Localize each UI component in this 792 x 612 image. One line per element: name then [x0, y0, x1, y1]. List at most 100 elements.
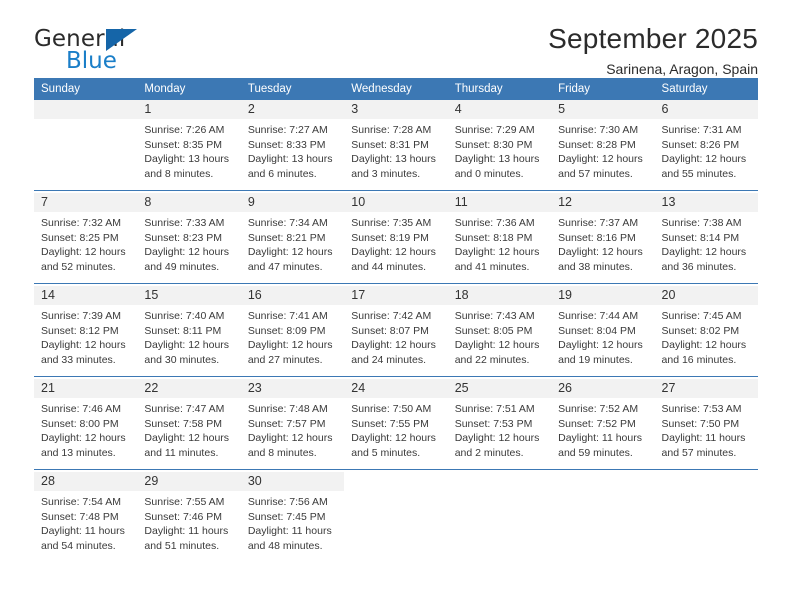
day-details: Sunrise: 7:36 AM Sunset: 8:18 PM Daylight:… — [448, 212, 551, 274]
day-details: Sunrise: 7:32 AM Sunset: 8:25 PM Daylight:… — [34, 212, 137, 274]
day-cell-inner: 16 Sunrise: 7:41 AM Sunset: 8:09 PM Dayligh… — [240, 286, 345, 376]
day-cell[interactable]: 24 Sunrise: 7:50 AM Sunset: 7:55 PM Dayligh… — [344, 379, 448, 470]
day-cell[interactable]: 22 Sunrise: 7:47 AM Sunset: 7:58 PM Dayligh… — [137, 379, 241, 470]
sunrise-text: Sunrise: 7:41 AM — [247, 310, 328, 322]
day-cell[interactable]: 16 Sunrise: 7:41 AM Sunset: 8:09 PM Dayligh… — [240, 286, 345, 377]
day-cell[interactable]: 26 Sunrise: 7:52 AM Sunset: 7:52 PM Dayligh… — [551, 379, 655, 470]
day-details: Sunrise: 7:45 AM Sunset: 8:02 PM Daylight:… — [655, 305, 758, 367]
day-cell-inner: 7 Sunrise: 7:32 AM Sunset: 8:25 PM Daylight… — [34, 193, 138, 283]
day-cell-inner: 14 Sunrise: 7:39 AM Sunset: 8:12 PM Dayligh… — [34, 286, 138, 376]
weekday-header-wednesday: Wednesday — [344, 78, 448, 100]
day-cell[interactable]: 2 Sunrise: 7:27 AM Sunset: 8:33 PM Daylight… — [240, 100, 345, 191]
day-number: 17 — [344, 286, 448, 305]
day-cell[interactable]: 28 Sunrise: 7:54 AM Sunset: 7:48 PM Dayligh… — [34, 472, 138, 567]
day-cell[interactable]: 23 Sunrise: 7:48 AM Sunset: 7:57 PM Dayligh… — [240, 379, 345, 470]
day-cell-inner: 12 Sunrise: 7:37 AM Sunset: 8:16 PM Dayligh… — [551, 193, 655, 283]
day-cell[interactable]: 21 Sunrise: 7:46 AM Sunset: 8:00 PM Dayligh… — [34, 379, 138, 470]
daylight-text-line1: Daylight: 11 hours — [558, 432, 642, 445]
day-cell-inner: 28 Sunrise: 7:54 AM Sunset: 7:48 PM Dayligh… — [34, 472, 138, 567]
sunset-text: Sunset: 8:35 PM — [144, 138, 223, 151]
sunrise-text: Sunrise: 7:51 AM — [454, 403, 535, 415]
daylight-text-line2: and 44 minutes. — [351, 260, 426, 273]
day-details: Sunrise: 7:56 AM Sunset: 7:45 PM Daylight:… — [241, 491, 344, 553]
day-cell-inner — [655, 472, 758, 567]
day-cell[interactable]: 14 Sunrise: 7:39 AM Sunset: 8:12 PM Dayligh… — [34, 286, 138, 377]
day-cell[interactable]: 29 Sunrise: 7:55 AM Sunset: 7:46 PM Dayligh… — [137, 472, 241, 567]
day-number: 28 — [34, 472, 138, 491]
day-cell[interactable]: 12 Sunrise: 7:37 AM Sunset: 8:16 PM Dayligh… — [551, 193, 655, 284]
daylight-text-line2: and 5 minutes. — [351, 446, 421, 459]
day-cell[interactable]: 10 Sunrise: 7:35 AM Sunset: 8:19 PM Dayligh… — [344, 193, 448, 284]
sunset-text: Sunset: 8:19 PM — [351, 231, 429, 244]
daylight-text-line1: Daylight: 12 hours — [661, 339, 747, 352]
day-cell[interactable]: 15 Sunrise: 7:40 AM Sunset: 8:11 PM Dayligh… — [137, 286, 241, 377]
day-cell[interactable] — [344, 472, 447, 567]
day-cell[interactable]: 25 Sunrise: 7:51 AM Sunset: 7:53 PM Dayligh… — [447, 379, 552, 470]
daylight-text-line1: Daylight: 11 hours — [661, 432, 746, 445]
day-cell[interactable]: 30 Sunrise: 7:56 AM Sunset: 7:45 PM Dayligh… — [240, 472, 345, 567]
day-cell[interactable]: 27 Sunrise: 7:53 AM Sunset: 7:50 PM Dayligh… — [654, 379, 758, 470]
day-cell[interactable]: 13 Sunrise: 7:38 AM Sunset: 8:14 PM Dayligh… — [654, 193, 758, 284]
day-cell[interactable]: 3 Sunrise: 7:28 AM Sunset: 8:31 PM Daylight… — [344, 100, 448, 191]
day-number — [655, 472, 758, 491]
sunrise-text: Sunrise: 7:45 AM — [661, 310, 742, 322]
day-details: Sunrise: 7:41 AM Sunset: 8:09 PM Daylight:… — [241, 305, 344, 367]
day-number: 26 — [551, 379, 655, 398]
day-cell[interactable] — [448, 472, 551, 567]
day-cell[interactable]: 11 Sunrise: 7:36 AM Sunset: 8:18 PM Dayligh… — [447, 193, 552, 284]
day-details: Sunrise: 7:43 AM Sunset: 8:05 PM Daylight:… — [448, 305, 551, 367]
daylight-text-line1: Daylight: 12 hours — [41, 432, 126, 445]
day-cell[interactable]: 4 Sunrise: 7:29 AM Sunset: 8:30 PM Daylight… — [447, 100, 552, 191]
day-details: Sunrise: 7:34 AM Sunset: 8:21 PM Daylight:… — [241, 212, 344, 274]
daylight-text-line1: Daylight: 13 hours — [351, 153, 436, 166]
day-cell[interactable]: 17 Sunrise: 7:42 AM Sunset: 8:07 PM Dayligh… — [344, 286, 448, 377]
day-number: 27 — [654, 379, 758, 398]
day-number: 12 — [551, 193, 655, 212]
sunset-text: Sunset: 8:16 PM — [558, 231, 636, 244]
day-number: 3 — [344, 100, 448, 119]
day-cell[interactable]: 5 Sunrise: 7:30 AM Sunset: 8:28 PM Daylight… — [551, 100, 655, 191]
day-cell-inner — [551, 472, 654, 567]
day-cell[interactable]: 20 Sunrise: 7:45 AM Sunset: 8:02 PM Dayligh… — [654, 286, 758, 377]
daylight-text-line2: and 49 minutes. — [144, 260, 220, 273]
sunset-text: Sunset: 8:12 PM — [41, 324, 119, 337]
week-row: 21 Sunrise: 7:46 AM Sunset: 8:00 PM Dayligh… — [34, 379, 758, 470]
weekday-header-tuesday: Tuesday — [240, 78, 345, 100]
day-cell[interactable] — [34, 100, 138, 191]
daylight-text-line2: and 0 minutes. — [454, 167, 524, 180]
day-cell[interactable]: 19 Sunrise: 7:44 AM Sunset: 8:04 PM Dayligh… — [551, 286, 655, 377]
week-row: 14 Sunrise: 7:39 AM Sunset: 8:12 PM Dayligh… — [34, 286, 758, 377]
day-details: Sunrise: 7:35 AM Sunset: 8:19 PM Daylight:… — [344, 212, 447, 274]
daylight-text-line1: Daylight: 12 hours — [558, 153, 643, 166]
daylight-text-line2: and 13 minutes. — [41, 446, 116, 459]
sunset-text: Sunset: 8:33 PM — [247, 138, 326, 151]
generalblue-logo[interactable]: General Blue — [34, 26, 244, 78]
day-number: 6 — [654, 100, 758, 119]
sunset-text: Sunset: 7:52 PM — [558, 417, 636, 430]
day-cell[interactable]: 8 Sunrise: 7:33 AM Sunset: 8:23 PM Daylight… — [137, 193, 241, 284]
day-details: Sunrise: 7:38 AM Sunset: 8:14 PM Daylight:… — [655, 212, 758, 274]
day-number: 13 — [654, 193, 758, 212]
day-number: 8 — [137, 193, 241, 212]
day-details: Sunrise: 7:50 AM Sunset: 7:55 PM Daylight:… — [344, 398, 447, 460]
daylight-text-line2: and 41 minutes. — [454, 260, 530, 273]
day-cell[interactable]: 7 Sunrise: 7:32 AM Sunset: 8:25 PM Daylight… — [34, 193, 138, 284]
day-cell[interactable] — [655, 472, 758, 567]
sunset-text: Sunset: 8:26 PM — [661, 138, 740, 151]
day-cell-inner: 3 Sunrise: 7:28 AM Sunset: 8:31 PM Daylight… — [344, 100, 448, 190]
day-number: 4 — [447, 100, 552, 119]
sunset-text: Sunset: 7:57 PM — [247, 417, 326, 430]
sunrise-text: Sunrise: 7:52 AM — [558, 403, 639, 415]
day-cell-inner: 8 Sunrise: 7:33 AM Sunset: 8:23 PM Daylight… — [137, 193, 241, 283]
daylight-text-line2: and 8 minutes. — [144, 167, 214, 180]
day-cell[interactable]: 6 Sunrise: 7:31 AM Sunset: 8:26 PM Daylight… — [654, 100, 758, 191]
daylight-text-line1: Daylight: 12 hours — [247, 246, 333, 259]
day-cell[interactable]: 18 Sunrise: 7:43 AM Sunset: 8:05 PM Dayligh… — [447, 286, 552, 377]
day-cell[interactable]: 1 Sunrise: 7:26 AM Sunset: 8:35 PM Daylight… — [137, 100, 241, 191]
daylight-text-line2: and 52 minutes. — [41, 260, 116, 273]
day-cell[interactable]: 9 Sunrise: 7:34 AM Sunset: 8:21 PM Daylight… — [240, 193, 345, 284]
day-cell-inner: 26 Sunrise: 7:52 AM Sunset: 7:52 PM Dayligh… — [551, 379, 655, 469]
sunrise-text: Sunrise: 7:48 AM — [247, 403, 328, 415]
daylight-text-line2: and 3 minutes. — [351, 167, 421, 180]
day-cell[interactable] — [551, 472, 654, 567]
